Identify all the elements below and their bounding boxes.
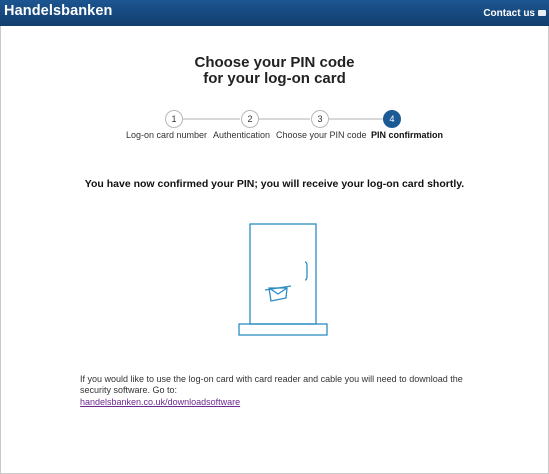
- step-connector: [180, 118, 240, 120]
- step-1-circle: 1: [165, 110, 183, 128]
- step-connector: [327, 118, 383, 120]
- step-connector: [257, 118, 310, 120]
- step-3-circle: 3: [311, 110, 329, 128]
- brand-logo[interactable]: Handelsbanken: [4, 3, 112, 19]
- header-bar: Handelsbanken Contact us: [0, 0, 549, 26]
- step-1-label: Log-on card number: [126, 130, 208, 140]
- download-software-link[interactable]: handelsbanken.co.uk/downloadsoftware: [80, 397, 240, 407]
- confirmation-message: You have now confirmed your PIN; you wil…: [84, 178, 465, 190]
- step-4-label: PIN confirmation: [371, 130, 444, 140]
- mailbox-door-icon: [238, 223, 328, 336]
- progress-stepper: 1 2 3 4: [0, 110, 549, 128]
- step-2-label: Authentication: [213, 130, 271, 140]
- page-title-line1: Choose your PIN code: [194, 54, 355, 71]
- step-3-label: Choose your PIN code: [276, 130, 367, 140]
- step-4-circle: 4: [383, 110, 401, 128]
- mail-icon[interactable]: [538, 10, 546, 16]
- security-software-info: If you would like to use the log-on card…: [80, 374, 463, 395]
- page-title-line2: for your log-on card: [203, 70, 346, 87]
- contact-us-link[interactable]: Contact us: [483, 8, 535, 19]
- step-2-circle: 2: [241, 110, 259, 128]
